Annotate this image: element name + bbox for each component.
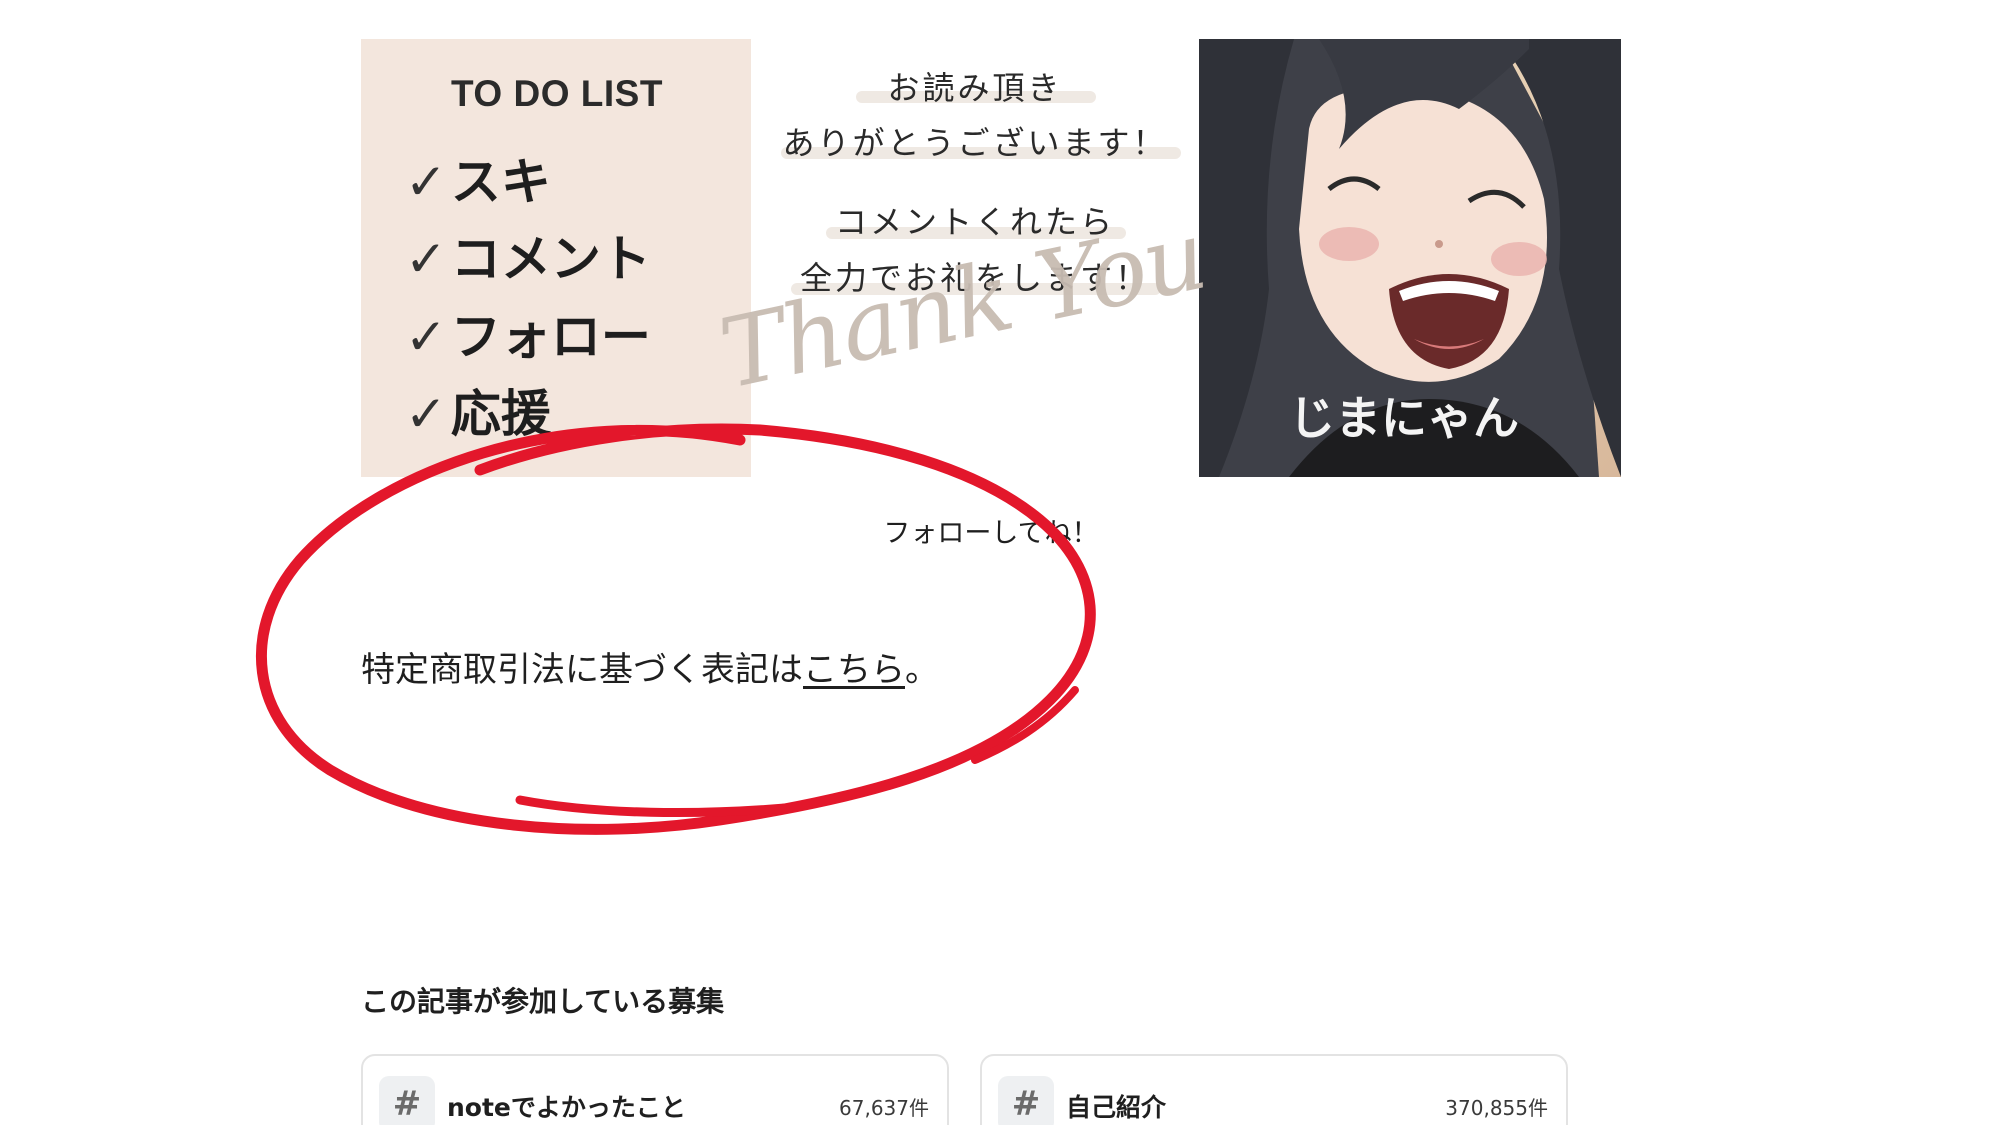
hashtag-icon: #: [379, 1076, 435, 1125]
contest-tag-card[interactable]: # 自己紹介 370,855件: [980, 1054, 1568, 1125]
banner-image: TO DO LIST ✓スキ ✓コメント ✓フォロー ✓応援 お読み頂き ありが…: [361, 39, 1621, 477]
image-caption: フォローしてね！: [883, 518, 1099, 549]
todo-item-label: フォロー: [450, 308, 651, 366]
page: TO DO LIST ✓スキ ✓コメント ✓フォロー ✓応援 お読み頂き ありが…: [0, 0, 2000, 1125]
todo-item: ✓フォロー: [405, 297, 651, 369]
todo-item-label: コメント: [450, 230, 651, 288]
contest-tag-count: 370,855件: [1445, 1096, 1548, 1120]
contest-tag-name: 自己紹介: [1066, 1093, 1167, 1122]
contest-tag-card[interactable]: # noteでよかったこと 67,637件: [361, 1054, 949, 1125]
legal-notice-suffix: 。: [905, 650, 939, 690]
todo-item-label: スキ: [450, 153, 551, 211]
legal-notice-link[interactable]: こちら: [803, 650, 905, 690]
contests-heading: この記事が参加している募集: [361, 985, 725, 1018]
check-icon: ✓: [405, 230, 447, 288]
contest-tag-name: noteでよかったこと: [447, 1093, 686, 1122]
hashtag-icon: #: [998, 1076, 1054, 1125]
todo-item: ✓応援: [405, 374, 551, 446]
message-line: ありがとうございます！: [782, 124, 1168, 162]
legal-notice: 特定商取引法に基づく表記はこちら。: [361, 642, 939, 691]
check-icon: ✓: [405, 385, 447, 443]
todo-item-label: 応援: [450, 385, 551, 443]
check-icon: ✓: [405, 308, 447, 366]
todo-title: TO DO LIST: [451, 73, 663, 114]
todo-item: ✓コメント: [405, 219, 651, 291]
character-name: じまにゃん: [1289, 391, 1519, 445]
legal-notice-text: 特定商取引法に基づく表記は: [361, 650, 803, 690]
todo-item: ✓スキ: [405, 142, 551, 214]
todo-panel: TO DO LIST ✓スキ ✓コメント ✓フォロー ✓応援: [361, 39, 751, 477]
contest-tag-count: 67,637件: [839, 1096, 929, 1120]
message-line: お読み頂き: [887, 69, 1063, 107]
character-illustration: じまにゃん: [1199, 39, 1621, 477]
check-icon: ✓: [405, 153, 447, 211]
